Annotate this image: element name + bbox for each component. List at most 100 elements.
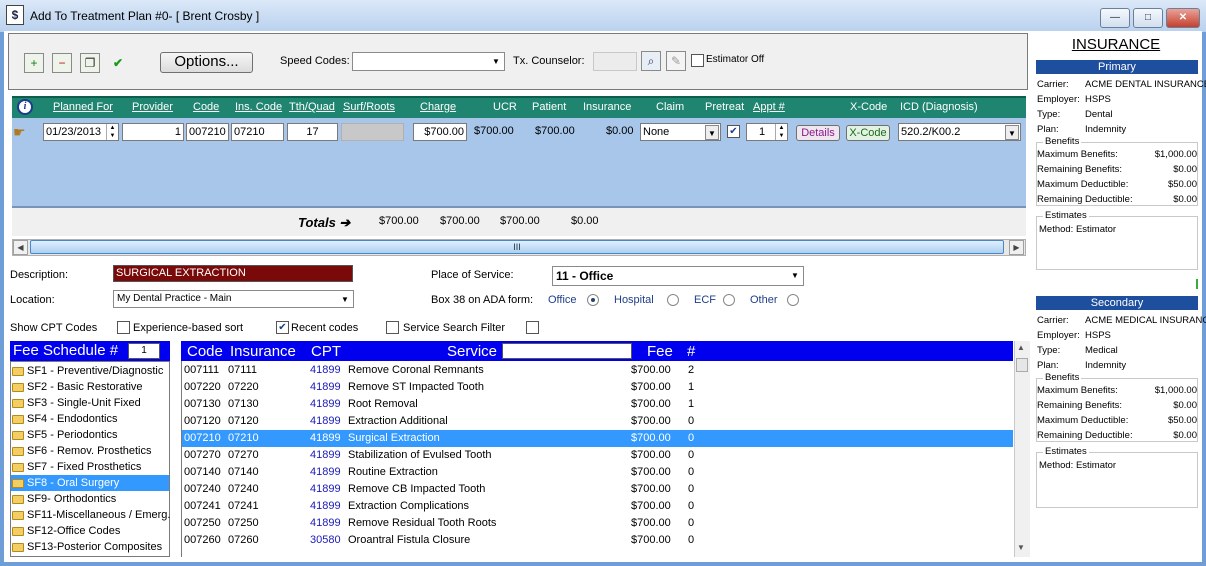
service-search-input[interactable] [502, 343, 632, 359]
remove-document-icon[interactable]: − [52, 53, 72, 73]
maximize-button[interactable]: □ [1133, 8, 1163, 28]
service-cell-fee: $700.00 [631, 500, 671, 512]
date-spinner-icon[interactable]: ▲ ▼ [106, 124, 118, 140]
place-of-service-select[interactable]: 11 - Office ▼ [552, 266, 804, 286]
fee-schedule-item[interactable]: SF2 - Basic Restorative [11, 379, 169, 395]
window-title: Add To Treatment Plan #0- [ Brent Crosby… [30, 9, 260, 23]
fee-schedule-item[interactable]: SF7 - Fixed Prosthetics [11, 459, 169, 475]
fee-schedule-item[interactable]: SF12-Office Codes [11, 523, 169, 539]
fee-schedule-item[interactable]: SF6 - Remov. Prosthetics [11, 443, 169, 459]
planned-date-input[interactable]: 01/23/2013 ▲ ▼ [43, 123, 119, 141]
service-cell-fee: $700.00 [631, 398, 671, 410]
fee-schedule-item[interactable]: SF3 - Single-Unit Fixed [11, 395, 169, 411]
recent-codes-checkbox[interactable]: ✔ [276, 321, 289, 334]
scroll-thumb[interactable]: III [30, 240, 1004, 254]
scroll-up-icon[interactable]: ▲ [1017, 343, 1025, 352]
col-provider[interactable]: Provider [132, 101, 173, 113]
search-icon[interactable]: ⌕ [641, 51, 661, 71]
folder-icon [12, 431, 24, 440]
fee-schedule-item[interactable]: SF1 - Preventive/Diagnostic [11, 363, 169, 379]
ins-code-input[interactable]: 07210 [231, 123, 284, 141]
scroll-left-icon[interactable]: ◀ [13, 240, 28, 255]
fee-schedule-item[interactable]: SF4 - Endodontics [11, 411, 169, 427]
fee-schedule-item[interactable]: SF9- Orthodontics [11, 491, 169, 507]
code-input[interactable]: 007210 [186, 123, 229, 141]
show-cpt-checkbox[interactable] [117, 321, 130, 334]
close-button[interactable]: ✕ [1166, 8, 1200, 28]
claim-select[interactable]: None ▼ [640, 123, 721, 141]
counselor-field[interactable] [593, 52, 637, 71]
services-col-cpt[interactable]: CPT [311, 343, 341, 360]
surf-roots-input[interactable] [341, 123, 404, 141]
service-cell-fee: $700.00 [631, 381, 671, 393]
checkmark-icon[interactable]: ✔ [108, 53, 128, 73]
services-col-insurance[interactable]: Insurance [230, 343, 296, 360]
col-planned-for[interactable]: Planned For [53, 101, 113, 113]
xcode-button[interactable]: X-Code [846, 125, 890, 141]
fee-schedule-number-input[interactable]: 1 [128, 343, 160, 359]
services-scroll-thumb[interactable] [1016, 358, 1028, 372]
col-pretreat: Pretreat [705, 101, 745, 113]
col-code[interactable]: Code [193, 101, 219, 113]
service-row[interactable]: 007220 07220 41899 Remove ST Impacted Tooth… [182, 379, 1013, 396]
col-claim: Claim [656, 101, 685, 113]
col-charge[interactable]: Charge [420, 101, 456, 113]
service-row[interactable]: 007111 07111 41899 Remove Coronal Remnants $… [182, 362, 1013, 379]
chevron-down-icon: ▼ [492, 57, 500, 66]
fee-schedule-item[interactable]: SF13-Posterior Composites [11, 539, 169, 555]
charge-input[interactable]: $700.00 [413, 123, 467, 141]
tooth-input[interactable]: 17 [287, 123, 338, 141]
appt-spinner-icon[interactable]: ▲ ▼ [775, 124, 787, 140]
services-col-code[interactable]: Code [187, 343, 223, 360]
search-filter-checkbox[interactable] [526, 321, 539, 334]
details-button[interactable]: Details [796, 125, 840, 141]
box38-office-radio[interactable] [587, 294, 599, 306]
service-row[interactable]: 007260 07260 30580 Oroantral Fistula Closur… [182, 532, 1013, 549]
col-tth-quad[interactable]: Tth/Quad [289, 101, 335, 113]
fee-schedule-item[interactable]: SF8 - Oral Surgery [11, 475, 169, 491]
estimator-off-checkbox[interactable] [691, 54, 704, 67]
appt-input[interactable]: 1 ▲ ▼ [746, 123, 788, 141]
box38-ecf-radio[interactable] [723, 294, 735, 306]
col-appt[interactable]: Appt # [753, 101, 785, 113]
service-row[interactable]: 007240 07240 41899 Remove CB Impacted Tooth… [182, 481, 1013, 498]
fee-schedule-item[interactable]: SF11-Miscellaneous / Emerg. [11, 507, 170, 523]
options-button[interactable]: Options... [160, 52, 253, 73]
services-vertical-scrollbar[interactable] [1014, 341, 1030, 557]
box38-hospital-radio[interactable] [667, 294, 679, 306]
services-col-fee[interactable]: Fee [647, 343, 673, 360]
box38-other-radio[interactable] [787, 294, 799, 306]
info-icon[interactable]: i [17, 99, 33, 115]
chevron-down-icon: ▼ [705, 125, 719, 140]
service-row[interactable]: 007130 07130 41899 Root Removal $700.00 1 [182, 396, 1013, 413]
provider-input[interactable]: 1 [122, 123, 184, 141]
service-row[interactable]: 007270 07270 41899 Stabilization of Evulsed… [182, 447, 1013, 464]
pretreat-checkbox[interactable]: ✔ [727, 125, 740, 138]
copy-icon[interactable]: ❐ [80, 53, 100, 73]
service-row[interactable]: 007120 07120 41899 Extraction Additional $70… [182, 413, 1013, 430]
services-col-count[interactable]: # [687, 343, 695, 360]
services-col-service[interactable]: Service [447, 343, 497, 360]
location-select[interactable]: My Dental Practice - Main ▼ [113, 290, 354, 308]
service-row[interactable]: 007140 07140 41899 Routine Extraction $700.0… [182, 464, 1013, 481]
service-row[interactable]: 007241 07241 41899 Extraction Complications… [182, 498, 1013, 515]
scroll-down-icon[interactable]: ▼ [1017, 543, 1025, 552]
speed-codes-select[interactable]: ▼ [352, 52, 505, 71]
icd-select[interactable]: 520.2/K00.2 ▼ [898, 123, 1021, 141]
add-document-icon[interactable]: + [24, 53, 44, 73]
experience-sort-checkbox[interactable] [386, 321, 399, 334]
eraser-icon[interactable]: ✎ [666, 51, 686, 71]
pointing-hand-icon: ☛ [13, 124, 26, 140]
fee-schedule-item-label: SF13-Posterior Composites [27, 541, 163, 553]
service-row[interactable]: 007250 07250 41899 Remove Residual Tooth Ro… [182, 515, 1013, 532]
col-ins-code[interactable]: Ins. Code [235, 101, 282, 113]
service-row[interactable]: 007210 07210 41899 Surgical Extraction $700.… [182, 430, 1013, 447]
col-surf-roots[interactable]: Surf/Roots [343, 101, 395, 113]
secondary-max-ded-row: Maximum Deductible: $50.00 [1037, 415, 1197, 426]
fee-schedule-item[interactable]: SF5 - Periodontics [11, 427, 169, 443]
description-input[interactable]: SURGICAL EXTRACTION [113, 265, 353, 282]
scroll-right-icon[interactable]: ▶ [1009, 240, 1024, 255]
fee-schedule-item-label: SF3 - Single-Unit Fixed [27, 397, 141, 409]
primary-carrier-row: Carrier: ACME DENTAL INSURANCE [1037, 79, 1206, 90]
minimize-button[interactable]: — [1100, 8, 1130, 28]
